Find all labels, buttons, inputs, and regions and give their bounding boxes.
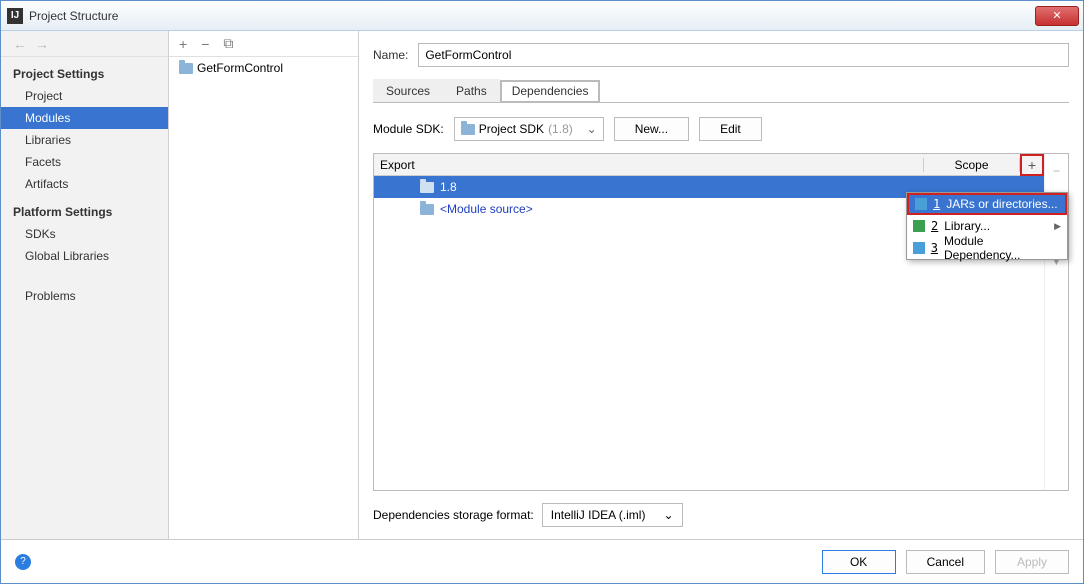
titlebar: IJ Project Structure ✕ <box>1 1 1083 31</box>
copy-module-icon[interactable]: ⧉ <box>223 35 233 52</box>
add-dependency-button[interactable]: + <box>1020 154 1044 176</box>
sidebar-item-problems[interactable]: Problems <box>1 285 168 307</box>
folder-icon <box>461 124 475 135</box>
module-name-input[interactable] <box>418 43 1069 67</box>
chevron-down-icon: ⌄ <box>587 122 597 136</box>
sidebar-item-modules[interactable]: Modules <box>1 107 168 129</box>
nav-history: ← → <box>1 31 168 57</box>
module-sdk-select[interactable]: Project SDK (1.8) ⌄ <box>454 117 604 141</box>
add-module-icon[interactable]: + <box>179 36 187 52</box>
popup-item-module-dep[interactable]: 3 Module Dependency... <box>907 237 1067 259</box>
apply-button[interactable]: Apply <box>995 550 1069 574</box>
sidebar-item-facets[interactable]: Facets <box>1 151 168 173</box>
cancel-button[interactable]: Cancel <box>906 550 985 574</box>
module-tree-panel: + − ⧉ GetFormControl <box>169 31 359 539</box>
column-export[interactable]: Export <box>374 158 924 172</box>
new-sdk-button[interactable]: New... <box>614 117 689 141</box>
minus-icon[interactable]: − <box>1053 164 1060 178</box>
jars-icon <box>915 198 927 210</box>
sdk-label: Module SDK: <box>373 122 444 136</box>
section-project-settings: Project Settings <box>1 57 168 85</box>
folder-icon <box>420 182 434 193</box>
name-label: Name: <box>373 48 408 62</box>
submenu-arrow-icon: ▶ <box>1054 221 1061 232</box>
module-icon <box>913 242 925 254</box>
library-icon <box>913 220 925 232</box>
sidebar-item-sdks[interactable]: SDKs <box>1 223 168 245</box>
folder-icon <box>420 204 434 215</box>
tabs: Sources Paths Dependencies <box>373 79 1069 103</box>
window-title: Project Structure <box>29 9 1035 23</box>
folder-icon <box>179 63 193 74</box>
chevron-down-icon: ⌄ <box>663 508 673 522</box>
sidebar-item-project[interactable]: Project <box>1 85 168 107</box>
sidebar: ← → Project Settings Project Modules Lib… <box>1 31 169 539</box>
storage-label: Dependencies storage format: <box>373 508 534 522</box>
tab-sources[interactable]: Sources <box>373 79 443 102</box>
storage-format-select[interactable]: IntelliJ IDEA (.iml) ⌄ <box>542 503 683 527</box>
app-icon: IJ <box>7 8 23 24</box>
popup-item-jars[interactable]: 1 JARs or directories... <box>907 193 1067 215</box>
module-tree-item[interactable]: GetFormControl <box>169 57 358 79</box>
edit-sdk-button[interactable]: Edit <box>699 117 762 141</box>
help-icon[interactable]: ? <box>15 554 31 570</box>
sidebar-item-artifacts[interactable]: Artifacts <box>1 173 168 195</box>
main-panel: Name: Sources Paths Dependencies Module … <box>359 31 1083 539</box>
remove-module-icon[interactable]: − <box>201 36 209 52</box>
close-button[interactable]: ✕ <box>1035 6 1079 26</box>
ok-button[interactable]: OK <box>822 550 896 574</box>
column-scope[interactable]: Scope <box>924 158 1020 172</box>
footer: ? OK Cancel Apply <box>1 539 1083 583</box>
section-platform-settings: Platform Settings <box>1 195 168 223</box>
forward-icon[interactable]: → <box>35 36 49 52</box>
tab-paths[interactable]: Paths <box>443 79 500 102</box>
back-icon[interactable]: ← <box>13 36 27 52</box>
module-name: GetFormControl <box>197 61 283 75</box>
sidebar-item-global-libraries[interactable]: Global Libraries <box>1 245 168 267</box>
tab-dependencies[interactable]: Dependencies <box>500 80 601 103</box>
sidebar-item-libraries[interactable]: Libraries <box>1 129 168 151</box>
add-dependency-popup: 1 JARs or directories... 2 Library... ▶ … <box>906 192 1068 260</box>
